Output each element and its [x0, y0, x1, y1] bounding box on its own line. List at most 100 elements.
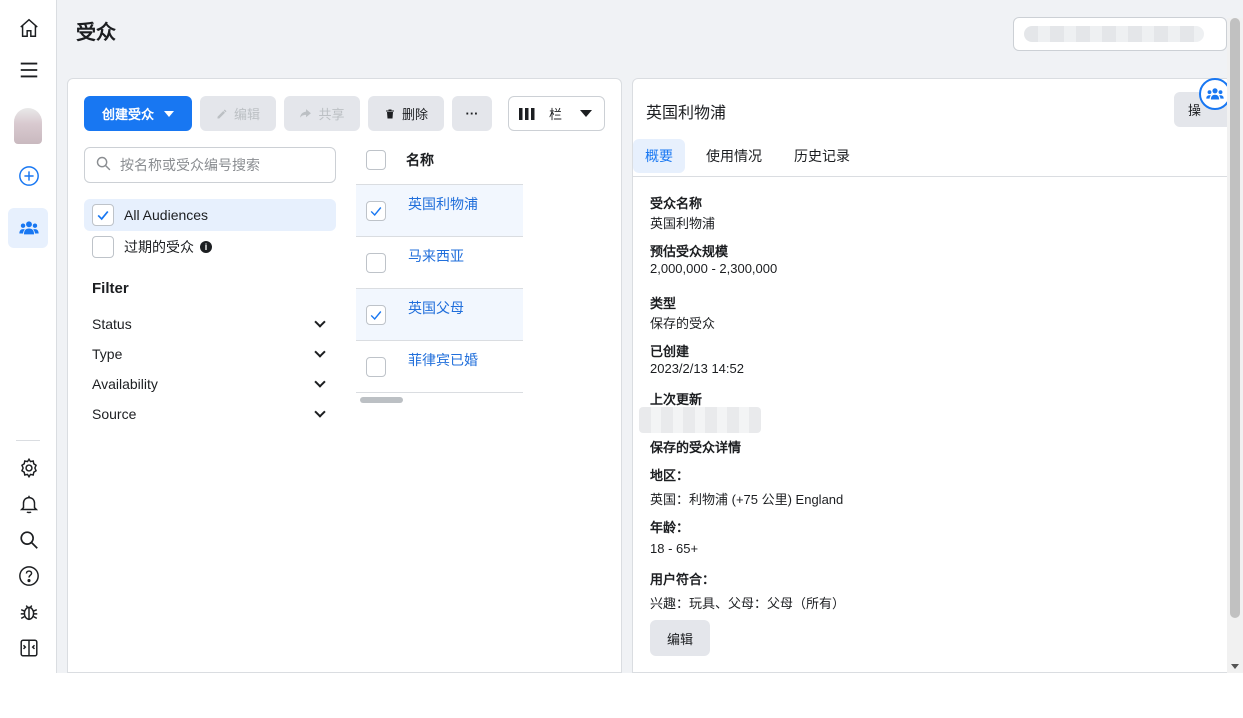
- last-updated-value-redacted: [639, 407, 761, 433]
- audience-name-label: 受众名称: [650, 196, 703, 211]
- main-area: 受众 创建受众 编辑 共享 删除 ··· 栏 按名称或受众编号搜索 All Au…: [57, 0, 1243, 673]
- chevron-down-icon: [580, 110, 592, 117]
- filter-type[interactable]: Type: [92, 339, 328, 369]
- people-match-label: 用户符合：: [650, 572, 716, 587]
- row-checkbox[interactable]: [366, 200, 386, 221]
- chevron-down-icon: [314, 406, 326, 418]
- info-icon[interactable]: i: [200, 241, 212, 253]
- pencil-icon: [216, 108, 228, 120]
- page-vertical-scrollbar[interactable]: [1227, 18, 1243, 673]
- filter-status[interactable]: Status: [92, 309, 328, 339]
- table-horizontal-scrollbar[interactable]: [360, 397, 403, 403]
- columns-icon: [519, 107, 535, 121]
- share-label: 共享: [318, 107, 345, 122]
- detail-edit-button[interactable]: 编辑: [650, 620, 710, 656]
- detail-tabs: 概要 使用情况 历史记录: [633, 139, 1227, 177]
- search-icon[interactable]: [16, 527, 42, 553]
- chevron-down-icon: [314, 346, 326, 358]
- account-picker[interactable]: [1013, 17, 1227, 51]
- delete-button[interactable]: 删除: [368, 96, 444, 131]
- panel-toggle-icon[interactable]: [16, 635, 42, 661]
- page-title: 受众: [76, 22, 116, 44]
- age-value: 18 - 65+: [650, 541, 699, 556]
- bug-icon[interactable]: [16, 599, 42, 625]
- left-nav-rail: [0, 0, 57, 673]
- audience-search[interactable]: [84, 147, 336, 183]
- filter-availability-label: Availability: [92, 376, 158, 392]
- filter-type-label: Type: [92, 346, 123, 362]
- all-audiences-checkbox[interactable]: [92, 204, 114, 226]
- created-label: 已创建: [650, 344, 690, 359]
- type-label: 类型: [650, 296, 677, 311]
- region-value: 英国：利物浦 (+75 公里) England: [650, 492, 844, 507]
- rail-divider: [16, 440, 40, 441]
- detail-title: 英国利物浦: [646, 105, 727, 122]
- create-plus-icon[interactable]: [16, 163, 42, 189]
- tab-usage-label: 使用情况: [706, 148, 762, 164]
- table-row[interactable]: 马来西亚: [356, 237, 523, 289]
- tab-overview-label: 概要: [645, 148, 673, 164]
- column-header-name: 名称: [406, 151, 434, 168]
- expired-audiences-checkbox[interactable]: [92, 236, 114, 258]
- audience-table: 名称 英国利物浦 马来西亚 英国父母 菲律宾已婚: [356, 135, 523, 393]
- row-checkbox[interactable]: [366, 304, 386, 325]
- age-label: 年龄：: [650, 520, 690, 535]
- people-match-value: 兴趣：玩具、父母：父母（所有）: [650, 596, 846, 611]
- menu-icon[interactable]: [16, 57, 42, 83]
- table-row[interactable]: 英国父母: [356, 289, 523, 341]
- columns-dropdown[interactable]: 栏: [508, 96, 605, 131]
- scroll-down-arrow-icon[interactable]: [1231, 664, 1239, 669]
- filter-availability[interactable]: Availability: [92, 369, 328, 399]
- actions-label: 操: [1188, 103, 1202, 118]
- bell-icon[interactable]: [16, 491, 42, 517]
- tab-usage[interactable]: 使用情况: [694, 139, 774, 173]
- audiences-icon[interactable]: [16, 215, 42, 241]
- select-all-checkbox[interactable]: [366, 149, 386, 170]
- estimated-size-label: 预估受众规模: [650, 244, 729, 259]
- share-arrow-icon: [299, 107, 312, 120]
- estimated-size-value: 2,000,000 - 2,300,000: [650, 261, 778, 276]
- tab-history-label: 历史记录: [794, 148, 850, 164]
- type-value: 保存的受众: [650, 316, 716, 331]
- account-name-redacted: [1024, 26, 1204, 42]
- help-icon[interactable]: [16, 563, 42, 589]
- filter-source[interactable]: Source: [92, 399, 328, 429]
- tab-overview[interactable]: 概要: [633, 139, 685, 173]
- trash-icon: [384, 108, 396, 120]
- more-options-label: ···: [465, 106, 479, 121]
- table-row[interactable]: 菲律宾已婚: [356, 341, 523, 393]
- filter-source-label: Source: [92, 406, 137, 422]
- edit-button[interactable]: 编辑: [200, 96, 276, 131]
- settings-gear-icon[interactable]: [16, 455, 42, 481]
- audience-detail-card: 英国利物浦 操 概要 使用情况 历史记录 受众名称 英国利物浦 预估受众规模 2…: [632, 78, 1234, 673]
- chevron-down-icon: [314, 376, 326, 388]
- audience-name-value: 英国利物浦: [650, 216, 716, 231]
- detail-edit-label: 编辑: [666, 631, 693, 647]
- scrollbar-thumb[interactable]: [1230, 18, 1240, 618]
- created-value: 2023/2/13 14:52: [650, 361, 744, 376]
- chevron-down-icon: [164, 110, 174, 117]
- audience-name-link[interactable]: 英国利物浦: [408, 194, 478, 214]
- table-row[interactable]: 英国利物浦: [356, 185, 523, 237]
- chevron-down-icon: [314, 316, 326, 328]
- columns-label: 栏: [549, 107, 563, 122]
- row-checkbox[interactable]: [366, 252, 386, 273]
- last-updated-label: 上次更新: [650, 392, 703, 407]
- filter-title: Filter: [92, 280, 129, 297]
- share-button[interactable]: 共享: [284, 96, 360, 131]
- filter-status-label: Status: [92, 316, 132, 332]
- audience-name-link[interactable]: 英国父母: [408, 298, 464, 318]
- avatar[interactable]: [14, 108, 42, 144]
- home-icon[interactable]: [16, 15, 42, 41]
- audience-name-link[interactable]: 马来西亚: [408, 246, 464, 266]
- table-header: 名称: [356, 135, 523, 185]
- tab-history[interactable]: 历史记录: [782, 139, 862, 173]
- search-input[interactable]: [120, 157, 320, 173]
- all-audiences-option[interactable]: All Audiences: [84, 199, 336, 231]
- create-audience-label: 创建受众: [101, 107, 154, 122]
- row-checkbox[interactable]: [366, 356, 386, 377]
- audience-name-link[interactable]: 菲律宾已婚: [408, 350, 478, 370]
- create-audience-button[interactable]: 创建受众: [84, 96, 192, 131]
- expired-audiences-option[interactable]: 过期的受众 i: [84, 231, 336, 263]
- more-options-button[interactable]: ···: [452, 96, 492, 131]
